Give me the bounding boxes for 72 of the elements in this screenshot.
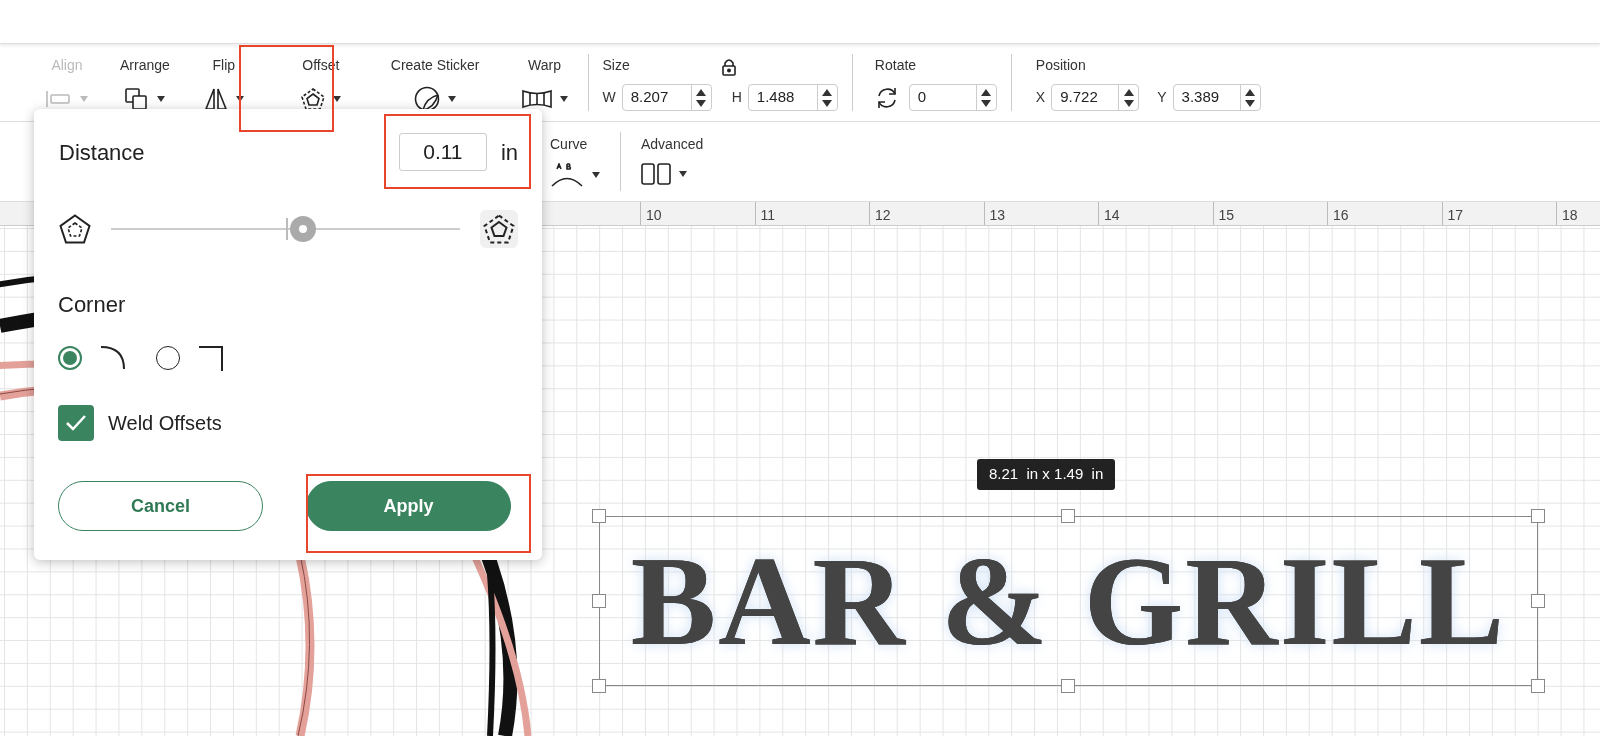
spinner-arrows-icon [1244, 87, 1257, 108]
tool-advanced-button[interactable]: Advanced [635, 122, 710, 201]
position-label: Position [1035, 56, 1087, 75]
spinner-arrows-icon [980, 87, 993, 108]
ruler-number: 17 [1447, 206, 1464, 225]
slider[interactable] [111, 216, 460, 242]
spinner-arrows-icon [695, 87, 708, 108]
distance-field[interactable]: 0.11 [398, 133, 487, 171]
resize-handle[interactable] [1061, 679, 1075, 693]
width-label: W [602, 88, 616, 107]
corner-radio[interactable] [58, 346, 82, 370]
rounded-corner-icon [100, 345, 126, 371]
advanced-icon [641, 163, 671, 185]
caret-icon [332, 96, 341, 102]
tool-arrange-button[interactable]: Arrange [114, 44, 176, 121]
resize-handle[interactable] [592, 509, 606, 523]
curve-text-icon [550, 163, 584, 187]
resize-handle[interactable] [1531, 509, 1545, 523]
weld-offsets-label: Weld Offsets [108, 411, 222, 436]
tool-warp-button[interactable]: Warp [515, 44, 574, 121]
slider-thumb[interactable] [289, 216, 316, 242]
spinner-arrows-icon [821, 87, 834, 108]
flip-icon [203, 88, 228, 110]
align-icon [46, 90, 72, 108]
height-field[interactable]: 1.488 [747, 84, 838, 111]
dimensions-tooltip: 8.21 in x 1.49 in [977, 459, 1116, 490]
tool-flip-button[interactable]: Flip [197, 44, 250, 121]
y-position-field[interactable]: 3.389 [1172, 84, 1261, 111]
resize-handle[interactable] [592, 594, 606, 608]
size-label: Size [602, 56, 630, 75]
spinner-arrows-icon [1122, 87, 1135, 108]
tool-curve-button[interactable]: Curve [544, 122, 606, 201]
ruler-number: 10 [646, 206, 662, 225]
sticker-icon [414, 86, 441, 112]
tool-sticker-button[interactable]: Create Sticker [384, 44, 486, 121]
ruler-number: 11 [760, 206, 776, 225]
caret-icon [592, 172, 600, 178]
caret-icon [559, 96, 568, 102]
corner-label: Corner [57, 291, 127, 319]
distance-label: Distance [59, 138, 145, 167]
y-label: Y [1157, 88, 1167, 107]
x-label: X [1035, 88, 1046, 107]
ruler-number: 15 [1218, 206, 1235, 225]
caret-icon [679, 171, 687, 177]
caret-icon [156, 96, 165, 102]
caret-icon [235, 96, 244, 102]
ruler-number: 18 [1562, 206, 1578, 225]
weld-checkbox[interactable] [58, 405, 94, 441]
ruler-number: 13 [989, 206, 1006, 225]
ruler-number: 14 [1104, 206, 1120, 225]
resize-handle[interactable] [592, 679, 606, 693]
rotate-field[interactable]: 0 [908, 84, 997, 111]
resize-handle[interactable] [1061, 509, 1075, 523]
x-position-field[interactable]: 9.722 [1051, 84, 1140, 111]
width-field[interactable]: 8.207 [621, 84, 712, 111]
caret-icon [448, 96, 457, 102]
offset-pentagon-icon [300, 88, 325, 110]
cancel-button[interactable]: Cancel [58, 481, 263, 531]
warp-icon [521, 89, 552, 109]
resize-handle[interactable] [1531, 594, 1545, 608]
checkmark-icon [65, 414, 87, 432]
apply-button[interactable]: Apply [306, 481, 511, 531]
ruler-number: 16 [1333, 206, 1349, 225]
unit-label: in [500, 138, 518, 167]
square-corner-icon [198, 345, 224, 371]
caret-icon [80, 96, 88, 102]
design-text: BAR & GRILL [630, 537, 1507, 665]
resize-handle[interactable] [1531, 679, 1545, 693]
rotate-label: Rotate [874, 56, 918, 75]
pentagon-icon [59, 214, 91, 244]
ruler-number: 12 [875, 206, 891, 225]
height-label: H [731, 88, 742, 107]
